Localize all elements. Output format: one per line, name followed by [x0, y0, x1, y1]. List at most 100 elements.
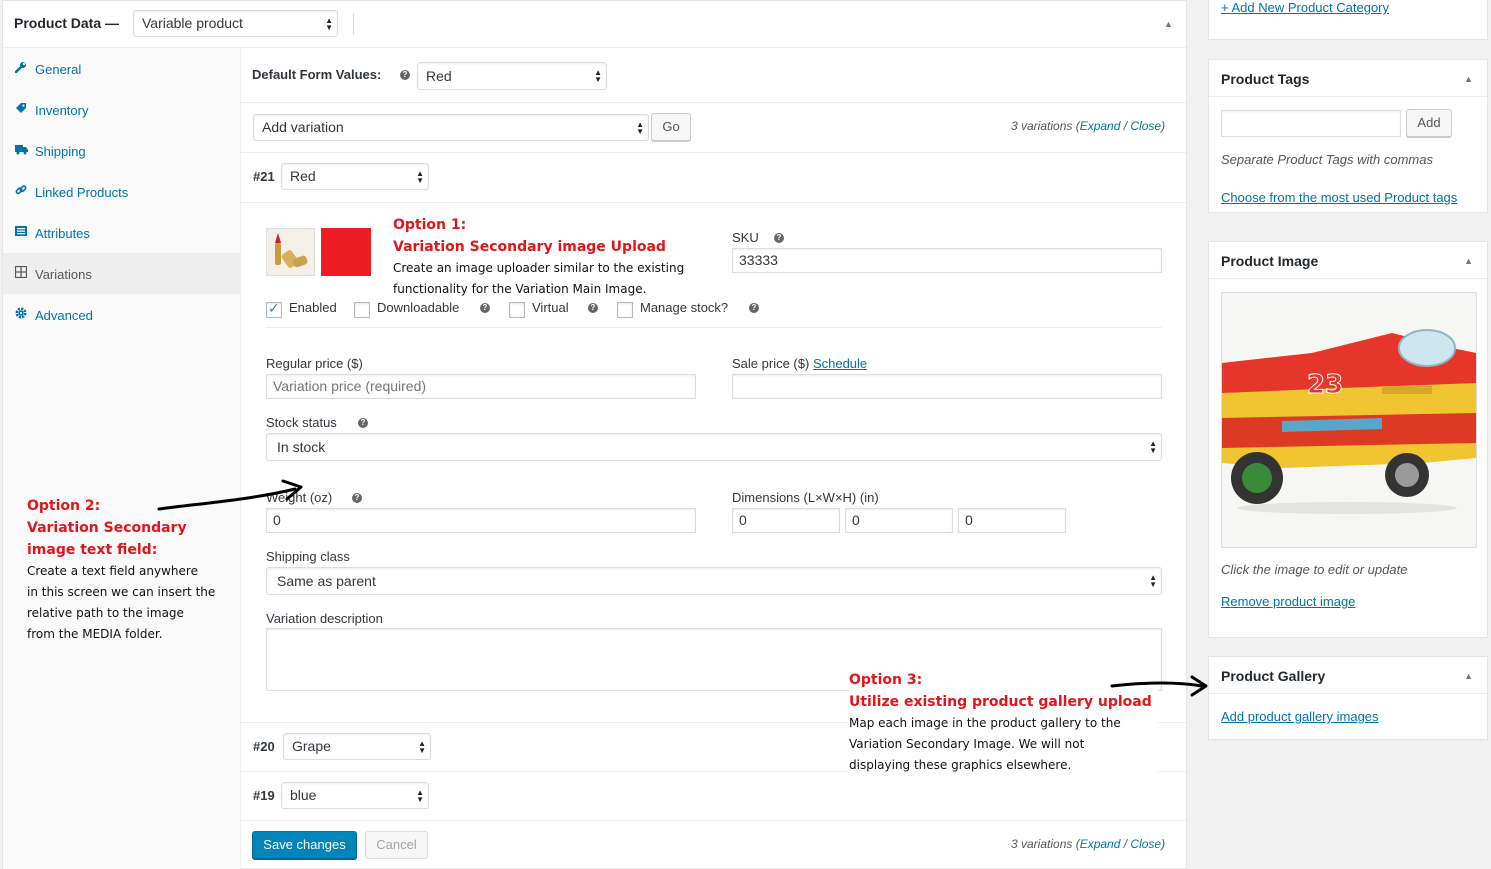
expand-link[interactable]: Expand: [1080, 837, 1121, 851]
header-divider: [353, 13, 354, 35]
dimension-length-input[interactable]: 0: [732, 508, 840, 533]
select-arrows-icon: ▲ ▼: [1149, 439, 1157, 455]
go-button[interactable]: Go: [651, 113, 691, 141]
save-changes-button[interactable]: Save changes: [252, 831, 357, 859]
tab-attributes[interactable]: Attributes: [3, 212, 240, 253]
add-variation-select[interactable]: Add variation ▲ ▼: [253, 114, 649, 141]
tab-general[interactable]: General: [3, 48, 240, 89]
shipping-class-select[interactable]: Same as parent ▲ ▼: [266, 567, 1162, 595]
collapse-arrow-icon[interactable]: ▲: [1164, 19, 1173, 29]
collapse-arrow-icon[interactable]: ▲: [1464, 74, 1473, 84]
grid-icon: [14, 265, 28, 279]
box-title: Product Gallery: [1221, 668, 1326, 684]
product-categories-box: + Add New Product Category: [1208, 0, 1488, 40]
stock-status-label: Stock status: [266, 415, 337, 430]
tab-variations[interactable]: Variations: [3, 253, 240, 294]
close-link[interactable]: Close: [1130, 837, 1161, 851]
schedule-link[interactable]: Schedule: [813, 356, 867, 371]
default-form-values-label: Default Form Values:: [252, 67, 382, 82]
add-variation-value: Add variation: [262, 119, 344, 135]
close-link[interactable]: Close: [1130, 119, 1161, 133]
variation-description-label: Variation description: [266, 611, 383, 626]
collapse-arrow-icon[interactable]: ▲: [1464, 671, 1473, 681]
sale-price-input[interactable]: [732, 374, 1162, 399]
row-separator: [240, 152, 1186, 153]
checkmark-icon: ✓: [268, 300, 280, 316]
annotation-text: functionality for the Variation Main Ima…: [393, 282, 647, 296]
box-title: Product Image: [1221, 253, 1319, 269]
variation-attribute-select[interactable]: blue ▲ ▼: [281, 782, 429, 809]
variations-count: 3 variations (Expand / Close): [1011, 119, 1165, 133]
slash-text: /: [1120, 837, 1131, 851]
default-form-value-select[interactable]: Red ▲ ▼: [417, 62, 607, 90]
tab-shipping[interactable]: Shipping: [3, 130, 240, 171]
count-text: 3 variations (: [1011, 119, 1080, 133]
slash-text: /: [1120, 119, 1131, 133]
select-arrows-icon: ▲ ▼: [418, 738, 426, 755]
help-icon[interactable]: ?: [588, 303, 598, 313]
tab-linked-products[interactable]: Linked Products: [3, 171, 240, 212]
product-type-select[interactable]: Variable product ▲ ▼: [133, 10, 338, 37]
variation-attribute-value: Grape: [292, 738, 331, 754]
shipping-class-value: Same as parent: [277, 573, 376, 589]
help-icon[interactable]: ?: [749, 303, 759, 313]
manage-stock-checkbox[interactable]: [617, 302, 633, 318]
product-type-value: Variable product: [142, 15, 243, 31]
variations-count: 3 variations (Expand / Close): [1011, 837, 1165, 851]
product-image[interactable]: 23: [1221, 292, 1477, 548]
product-tags-header[interactable]: Product Tags ▲: [1209, 60, 1487, 97]
select-arrows-icon: ▲ ▼: [1149, 573, 1157, 589]
sku-input[interactable]: 33333: [732, 248, 1162, 273]
virtual-checkbox[interactable]: [509, 302, 525, 318]
stock-status-select[interactable]: In stock ▲ ▼: [266, 433, 1162, 461]
help-icon[interactable]: ?: [480, 303, 490, 313]
product-image-number: 23: [1307, 370, 1343, 400]
annotation-title: Option 1:: [393, 217, 467, 233]
add-new-category-link[interactable]: + Add New Product Category: [1221, 0, 1389, 15]
cancel-button[interactable]: Cancel: [365, 831, 428, 859]
downloadable-checkbox[interactable]: [354, 302, 370, 318]
weight-input[interactable]: 0: [266, 508, 696, 533]
variation-image-thumbnail[interactable]: [266, 228, 315, 276]
variation-attribute-value: blue: [290, 787, 317, 803]
tab-label: Attributes: [35, 226, 90, 241]
variation-attribute-select[interactable]: Grape ▲ ▼: [283, 733, 431, 760]
product-gallery-box: Product Gallery ▲ Add product gallery im…: [1208, 656, 1488, 740]
expand-link[interactable]: Expand: [1080, 119, 1121, 133]
variation-secondary-image-swatch[interactable]: [321, 228, 371, 276]
help-icon[interactable]: ?: [358, 418, 368, 428]
annotation-text: in this screen we can insert the: [27, 585, 216, 599]
tag-input[interactable]: [1221, 110, 1401, 137]
paren-text: ): [1161, 119, 1166, 133]
sku-label: SKU: [732, 230, 759, 245]
downloadable-label: Downloadable: [377, 300, 460, 315]
collapse-arrow-icon[interactable]: ▲: [1464, 256, 1473, 266]
dimension-width-input[interactable]: 0: [845, 508, 953, 533]
tab-inventory[interactable]: Inventory: [3, 89, 240, 130]
help-icon[interactable]: ?: [774, 233, 784, 243]
product-data-header: Product Data — Variable product ▲ ▼ ▲: [3, 1, 1186, 48]
annotation-option-2: Option 2: Variation Secondary image text…: [27, 495, 215, 645]
regular-price-input[interactable]: Variation price (required): [266, 374, 696, 399]
variation-attribute-select[interactable]: Red ▲ ▼: [281, 163, 429, 190]
box-title: Product Tags: [1221, 71, 1310, 87]
choose-most-used-tags-link[interactable]: Choose from the most used Product tags: [1221, 190, 1457, 205]
help-icon[interactable]: ?: [400, 70, 410, 80]
select-arrows-icon: ▲ ▼: [325, 15, 333, 32]
dimension-height-input[interactable]: 0: [958, 508, 1066, 533]
help-icon[interactable]: ?: [352, 493, 362, 503]
product-gallery-header[interactable]: Product Gallery ▲: [1209, 657, 1487, 694]
tab-label: Variations: [35, 267, 92, 282]
enabled-checkbox[interactable]: ✓: [266, 300, 282, 318]
tab-advanced[interactable]: Advanced: [3, 294, 240, 335]
product-data-tabs: General Inventory Shipping Linked Produc…: [3, 48, 241, 869]
select-arrows-icon: ▲ ▼: [416, 168, 424, 185]
remove-product-image-link[interactable]: Remove product image: [1221, 594, 1355, 609]
shipping-class-label: Shipping class: [266, 549, 350, 564]
add-gallery-images-link[interactable]: Add product gallery images: [1221, 709, 1379, 724]
count-text: 3 variations (: [1011, 837, 1080, 851]
tab-label: Inventory: [35, 103, 89, 118]
sale-price-text: Sale price ($): [732, 356, 810, 371]
product-image-header[interactable]: Product Image ▲: [1209, 242, 1487, 279]
add-tag-button[interactable]: Add: [1406, 109, 1452, 137]
